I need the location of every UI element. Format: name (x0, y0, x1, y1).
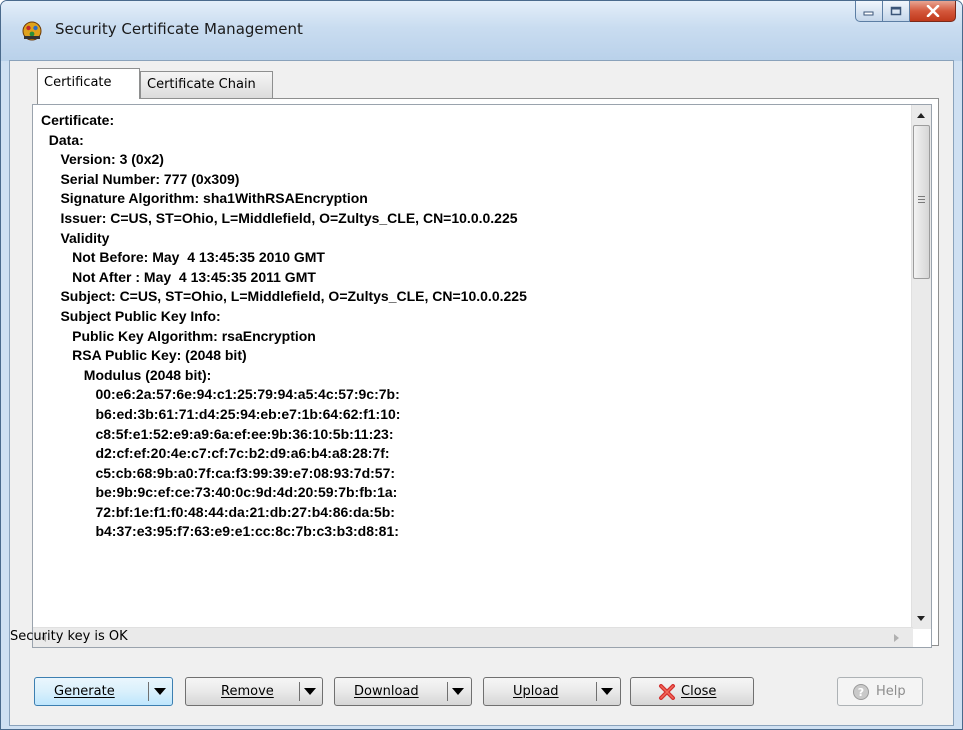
generate-button[interactable]: Generate (34, 677, 173, 706)
chevron-down-icon[interactable] (304, 688, 316, 695)
red-x-icon (659, 684, 675, 700)
certificate-line: be:9b:9c:ef:ce:73:40:0c:9d:4d:20:59:7b:f… (41, 484, 398, 501)
window-title: Security Certificate Management (55, 20, 303, 38)
certificate-app-icon (22, 21, 42, 41)
certificate-line: Not After : May 4 13:45:35 2011 GMT (41, 268, 316, 285)
help-question-icon: ? (853, 684, 869, 700)
dialog-window: Security Certificate Management Certific… (0, 0, 963, 730)
caption-buttons (855, 1, 956, 23)
certificate-line: Data: (41, 131, 84, 148)
certificate-line: c8:5f:e1:52:e9:a9:6a:ef:ee:9b:36:10:5b:1… (41, 425, 394, 442)
upload-button-label: Upload (513, 684, 559, 699)
certificate-line: b4:37:e3:95:f7:63:e9:e1:cc:8c:7b:c3:b3:d… (41, 523, 399, 540)
vertical-scroll-thumb[interactable] (913, 125, 930, 279)
split-separator (148, 682, 149, 701)
certificate-line: Subject: C=US, ST=Ohio, L=Middlefield, O… (41, 288, 527, 305)
help-button[interactable]: ? Help (837, 677, 923, 706)
close-icon (926, 5, 939, 17)
maximize-button[interactable] (883, 1, 910, 22)
minimize-icon (863, 11, 874, 16)
certificate-line: c5:cb:68:9b:a0:7f:ca:f3:99:39:e7:08:93:7… (41, 464, 396, 481)
certificate-line: 00:e6:2a:57:6e:94:c1:25:79:94:a5:4c:57:9… (41, 386, 400, 403)
certificate-line: Not Before: May 4 13:45:35 2010 GMT (41, 249, 325, 266)
certificate-line: Public Key Algorithm: rsaEncryption (41, 327, 316, 344)
title-bar[interactable]: Security Certificate Management (1, 1, 962, 61)
vertical-scrollbar[interactable] (911, 105, 931, 629)
minimize-button[interactable] (855, 1, 883, 22)
split-separator (447, 682, 448, 701)
certificate-line: d2:cf:ef:20:4e:c7:cf:7c:b2:d9:a6:b4:a8:2… (41, 445, 390, 462)
remove-button[interactable]: Remove (185, 677, 323, 706)
certificate-text: Certificate: Data: Version: 3 (0x2) Seri… (41, 111, 921, 631)
tab-certificate-chain[interactable]: Certificate Chain (140, 71, 273, 98)
chevron-down-icon[interactable] (154, 688, 166, 695)
certificate-line: Validity (41, 229, 110, 246)
split-separator (299, 682, 300, 701)
scroll-up-arrow-icon[interactable] (916, 111, 926, 119)
chevron-down-icon[interactable] (601, 688, 613, 695)
certificate-line: Modulus (2048 bit): (41, 366, 212, 383)
certificate-tab-panel: Certificate: Data: Version: 3 (0x2) Seri… (32, 98, 939, 648)
split-separator (596, 682, 597, 701)
download-button[interactable]: Download (334, 677, 472, 706)
tab-label: Certificate (44, 75, 112, 90)
close-button[interactable]: Close (630, 677, 754, 706)
certificate-line: 72:bf:1e:f1:f0:48:44:da:21:db:27:b4:86:d… (41, 503, 395, 520)
certificate-line: Issuer: C=US, ST=Ohio, L=Middlefield, O=… (41, 209, 518, 226)
status-text: Security key is OK (10, 629, 128, 644)
certificate-line: RSA Public Key: (2048 bit) (41, 347, 247, 364)
chevron-down-icon[interactable] (452, 688, 464, 695)
tab-certificate[interactable]: Certificate (37, 68, 140, 99)
dialog-client-area: Certificate Certificate Chain Certificat… (9, 60, 954, 726)
certificate-line: Signature Algorithm: sha1WithRSAEncrypti… (41, 190, 368, 207)
window-close-button[interactable] (910, 1, 956, 22)
maximize-icon (890, 6, 902, 16)
remove-button-label: Remove (221, 684, 274, 699)
scroll-down-arrow-icon[interactable] (916, 615, 926, 623)
certificate-line: Subject Public Key Info: (41, 307, 221, 324)
scroll-right-arrow-icon[interactable] (893, 633, 901, 643)
generate-button-label: Generate (54, 684, 115, 699)
certificate-text-area[interactable]: Certificate: Data: Version: 3 (0x2) Seri… (32, 104, 932, 648)
close-button-label: Close (681, 684, 717, 699)
certificate-line: Serial Number: 777 (0x309) (41, 170, 240, 187)
upload-button[interactable]: Upload (483, 677, 621, 706)
certificate-line: Version: 3 (0x2) (41, 151, 164, 168)
tab-label: Certificate Chain (147, 77, 256, 92)
horizontal-scrollbar[interactable] (33, 627, 913, 647)
certificate-line: Certificate: (41, 112, 115, 128)
download-button-label: Download (354, 684, 419, 699)
certificate-line: b6:ed:3b:61:71:d4:25:94:eb:e7:1b:64:62:f… (41, 405, 401, 422)
help-button-label: Help (876, 684, 906, 699)
svg-text:?: ? (858, 686, 864, 699)
